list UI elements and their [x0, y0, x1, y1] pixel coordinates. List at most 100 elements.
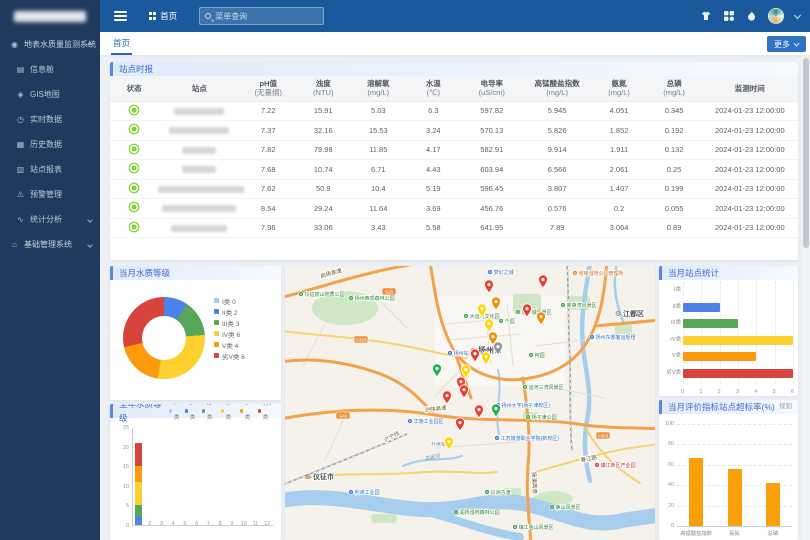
column-header: 电导率(uS/cm) — [461, 76, 523, 101]
cell-value: 15.91 — [296, 101, 351, 121]
exceed-rate-chart[interactable]: 020406080100高锰酸盐指数氨氮总磷 — [659, 416, 798, 540]
y-tick: 5 — [126, 503, 129, 509]
stack-seg-IV类[interactable] — [135, 482, 142, 506]
exceed-rate-panel: 当月评价指标站点超标率(%) 规则 020406080100高锰酸盐指数氨氮总磷 — [659, 400, 798, 540]
table-row[interactable]: 8.5429.2411.643.69456.760.5760.20.055202… — [110, 199, 798, 219]
x-tick: 3 — [736, 389, 739, 395]
sidebar-item-0[interactable]: ◉地表水质量监测系统 — [0, 32, 100, 57]
table-row[interactable]: 7.3732.1615.533.24570.135.8261.8520.1922… — [110, 121, 798, 141]
x-tick: 高锰酸盐指数 — [680, 529, 712, 537]
hamburger-icon[interactable] — [114, 9, 127, 23]
menu-search[interactable] — [199, 7, 324, 25]
flame-icon[interactable] — [746, 10, 757, 22]
y-tick: 25 — [123, 425, 129, 431]
cell-value: 0.2 — [592, 199, 647, 219]
status-dot-normal — [130, 164, 138, 172]
bar-高锰酸盐指数[interactable] — [689, 458, 703, 526]
legend-item[interactable]: V类 4 — [214, 339, 245, 350]
sidebar-item-5[interactable]: ▥站点报表 — [0, 157, 100, 182]
y-tick: 100 — [665, 421, 674, 427]
column-header: 溶解氧(mg/L) — [351, 76, 406, 101]
breadcrumb[interactable]: 首页 — [149, 10, 177, 22]
poi-label: 华施工业园区 — [408, 418, 444, 425]
tab-home[interactable]: 首页 — [113, 32, 130, 55]
table-row[interactable]: 7.2215.915.036.3597.825.9454.0510.345202… — [110, 101, 798, 121]
cell-value: 7.68 — [241, 160, 296, 180]
bar-II类[interactable] — [683, 303, 720, 312]
sidebar-item-3[interactable]: ◷实时数据 — [0, 107, 100, 132]
cell-value: 2024-01-23 12:00:00 — [702, 179, 798, 199]
x-tick: 7 — [207, 521, 210, 527]
poi-label: 运河三湾风景区 — [523, 384, 564, 391]
hbar-row: I类 — [683, 286, 793, 295]
sidebar-item-7[interactable]: ∿统计分析 — [0, 207, 100, 232]
svg-text:镇江新区产业园: 镇江新区产业园 — [601, 462, 636, 469]
station-hbar-chart[interactable]: 0123456I类II类III类IV类V类劣V类 — [659, 282, 798, 396]
rules-link[interactable]: 规则 — [779, 400, 792, 414]
logo-redacted — [14, 11, 86, 22]
scrollbar[interactable] — [802, 56, 810, 540]
cell-value: 5.945 — [523, 101, 592, 121]
cell-value: 5.19 — [406, 179, 461, 199]
bar-V类[interactable] — [683, 352, 756, 361]
more-button[interactable]: 更多 — [767, 36, 806, 52]
cell-value: 1.407 — [592, 179, 647, 199]
column-header: 站点 — [158, 76, 241, 101]
chevron-down-icon[interactable] — [794, 11, 801, 18]
sidebar-item-8[interactable]: ⌂基础管理系统 — [0, 232, 100, 257]
legend-item[interactable]: 劣V类 6 — [214, 350, 245, 361]
search-input[interactable] — [215, 12, 318, 21]
stack-seg-劣V类[interactable] — [135, 443, 142, 467]
bar-劣V类[interactable] — [683, 369, 793, 378]
theme-shirt-icon[interactable] — [700, 10, 712, 22]
station-report-table[interactable]: 状态站点pH值(无量纲)浊度(NTU)溶解氧(mg/L)水温(℃)电导率(uS/… — [110, 76, 798, 238]
bar-IV类[interactable] — [683, 336, 793, 345]
bar-III类[interactable] — [683, 319, 738, 328]
gis-map-icon: ◈ — [15, 90, 26, 99]
x-tick: 4 — [172, 521, 175, 527]
legend-item[interactable]: I类 0 — [214, 295, 245, 306]
sidebar-item-6[interactable]: ⚠预警管理 — [0, 182, 100, 207]
layout-icon[interactable] — [723, 10, 735, 22]
table-row[interactable]: 7.6250.910.45.19596.453.8071.4070.199202… — [110, 179, 798, 199]
sidebar-item-1[interactable]: ▤信息舱 — [0, 57, 100, 82]
bar-总磷[interactable] — [766, 483, 780, 526]
x-tick: 3 — [160, 521, 163, 527]
cell-value: 3.69 — [406, 199, 461, 219]
station-report-icon: ▥ — [15, 165, 26, 174]
cell-value: 0.25 — [647, 160, 702, 180]
cell-value: 6.71 — [351, 160, 406, 180]
hbar-row: IV类 — [683, 336, 793, 345]
bar-氨氮[interactable] — [728, 469, 742, 526]
y-tick: 20 — [668, 503, 674, 509]
cell-value: 7.89 — [523, 218, 592, 238]
sidebar-item-4[interactable]: ▦历史数据 — [0, 132, 100, 157]
gis-map[interactable]: G40S28G328S353 启扬高速沪陕高速沪宁线扬溧高速春江路古运河仪征捺山… — [285, 266, 655, 540]
scrollbar-thumb[interactable] — [803, 58, 809, 248]
cell-value: 79.98 — [296, 140, 351, 160]
cell-value: 2.061 — [592, 160, 647, 180]
map-panel[interactable]: G40S28G328S353 启扬高速沪陕高速沪宁线扬溧高速春江路古运河仪征捺山… — [285, 266, 655, 540]
panel-header: 站点时报 — [110, 62, 798, 76]
legend-item[interactable]: IV类 6 — [214, 328, 245, 339]
avatar[interactable] — [768, 8, 784, 24]
cell-value: 582.91 — [461, 140, 523, 160]
table-row[interactable]: 7.9633.063.435.58641.957.893.0640.892024… — [110, 218, 798, 238]
column-header: 氨氮(mg/L) — [592, 76, 647, 101]
grade-donut-chart[interactable] — [123, 297, 205, 379]
cell-value: 11.85 — [351, 140, 406, 160]
x-tick: 1 — [699, 389, 702, 395]
sidebar-item-2[interactable]: ◈GIS地图 — [0, 82, 100, 107]
chevron-down-icon — [87, 217, 93, 223]
cell-value: 6.566 — [523, 160, 592, 180]
table-row[interactable]: 7.6810.746.714.43603.946.5662.0610.25202… — [110, 160, 798, 180]
stack-seg-III类[interactable] — [135, 505, 142, 517]
stack-seg-V类[interactable] — [135, 466, 142, 482]
year-stacked-chart[interactable]: 0510152025123456789101112 — [110, 420, 281, 540]
month-station-panel: 当月站点统计 0123456I类II类III类IV类V类劣V类 — [659, 266, 798, 396]
legend-item[interactable]: III类 3 — [214, 317, 245, 328]
gridline — [793, 282, 794, 384]
table-row[interactable]: 7.8279.9811.854.17582.919.9141.9110.1322… — [110, 140, 798, 160]
panel-header: 全年水质等级 I类II类III类IV类V类劣V类 — [110, 404, 281, 418]
legend-item[interactable]: II类 2 — [214, 306, 245, 317]
